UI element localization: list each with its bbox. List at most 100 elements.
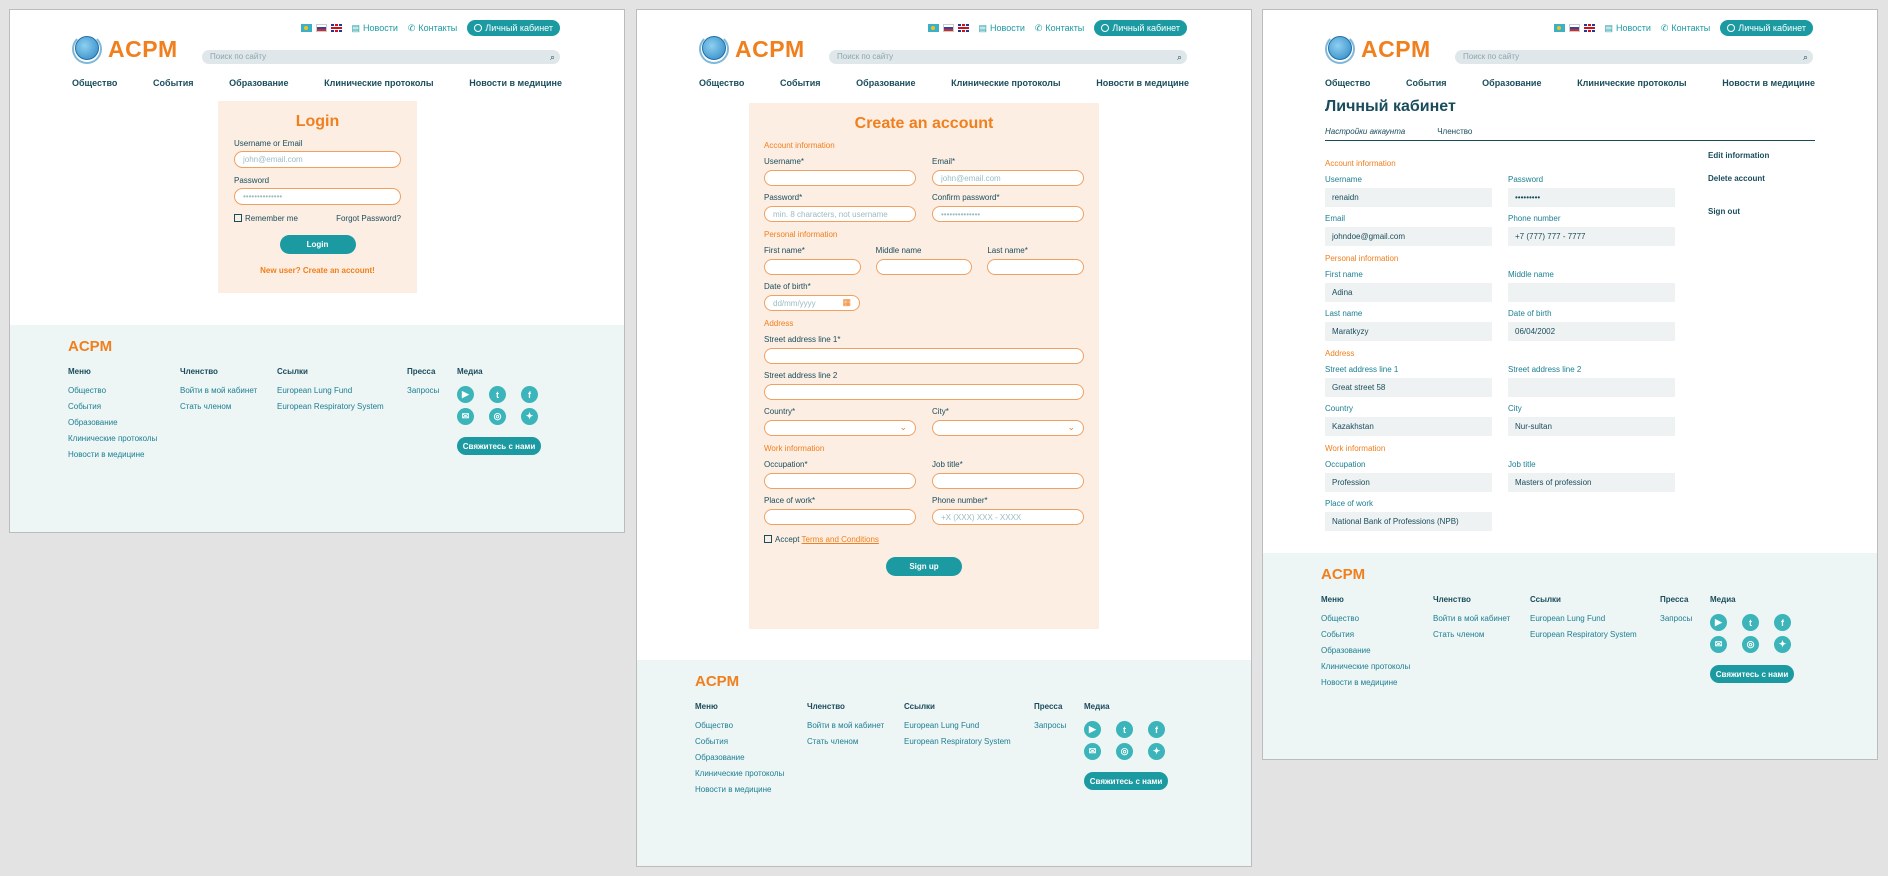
edit-information-link[interactable]: Edit information <box>1708 151 1769 160</box>
username-input[interactable]: john@email.com <box>234 151 401 168</box>
phone-input[interactable]: +X (XXX) XXX - XXXX <box>932 509 1084 525</box>
nav-item-medical-news[interactable]: Новости в медицине <box>1722 78 1815 88</box>
kazakh-flag-icon[interactable] <box>1553 24 1565 32</box>
middle-name-input[interactable] <box>875 259 973 275</box>
footer-link[interactable]: European Respiratory System <box>277 402 384 411</box>
nav-item-medical-news[interactable]: Новости в медицине <box>469 78 562 88</box>
tab-membership[interactable]: Членство <box>1437 127 1472 136</box>
english-flag-icon[interactable] <box>330 24 342 32</box>
cabinet-button[interactable]: Личный кабинет <box>1094 20 1187 36</box>
nav-item-society[interactable]: Общество <box>1325 78 1370 88</box>
footer-link[interactable]: Запросы <box>1660 614 1692 623</box>
street-address-1-input[interactable] <box>764 348 1084 364</box>
occupation-input[interactable] <box>764 473 916 489</box>
facebook-icon[interactable]: f <box>521 386 538 403</box>
footer-link[interactable]: Новости в медицине <box>695 785 784 794</box>
tumblr-icon[interactable]: t <box>1742 614 1759 631</box>
instagram-icon[interactable]: ◎ <box>1116 743 1133 760</box>
footer-link[interactable]: Клинические протоколы <box>68 434 157 443</box>
sign-up-button[interactable]: Sign up <box>886 557 962 576</box>
nav-item-education[interactable]: Образование <box>1482 78 1541 88</box>
confirm-password-input[interactable]: •••••••••••••• <box>932 206 1084 222</box>
job-title-input[interactable] <box>932 473 1084 489</box>
russian-flag-icon[interactable] <box>1568 24 1580 32</box>
contact-us-button[interactable]: Свяжитесь с нами <box>1084 772 1168 790</box>
twitter-icon[interactable]: ✦ <box>1774 636 1791 653</box>
terms-checkbox[interactable] <box>764 535 772 543</box>
footer-link[interactable]: Стать членом <box>180 402 257 411</box>
nav-item-protocols[interactable]: Клинические протоколы <box>1577 78 1686 88</box>
facebook-icon[interactable]: f <box>1148 721 1165 738</box>
russian-flag-icon[interactable] <box>315 24 327 32</box>
footer-link[interactable]: European Lung Fund <box>1530 614 1637 623</box>
messenger-icon[interactable]: ✉ <box>457 408 474 425</box>
street-address-2-input[interactable] <box>764 384 1084 400</box>
delete-account-link[interactable]: Delete account <box>1708 174 1769 183</box>
facebook-icon[interactable]: f <box>1774 614 1791 631</box>
footer-link[interactable]: Стать членом <box>1433 630 1510 639</box>
footer-logo[interactable]: ACPM <box>68 338 112 355</box>
messenger-icon[interactable]: ✉ <box>1710 636 1727 653</box>
forgot-password-link[interactable]: Forgot Password? <box>336 214 401 223</box>
footer-link[interactable]: Войти в мой кабинет <box>807 721 884 730</box>
nav-item-protocols[interactable]: Клинические протоколы <box>324 78 433 88</box>
contacts-link[interactable]: ✆ Контакты <box>1035 23 1084 33</box>
place-of-work-input[interactable] <box>764 509 916 525</box>
terms-link[interactable]: Terms and Conditions <box>802 535 879 544</box>
news-link[interactable]: ▤ Новости <box>352 23 398 33</box>
nav-item-protocols[interactable]: Клинические протоколы <box>951 78 1060 88</box>
footer-link[interactable]: Клинические протоколы <box>1321 662 1410 671</box>
nav-item-education[interactable]: Образование <box>229 78 288 88</box>
twitter-icon[interactable]: ✦ <box>1148 743 1165 760</box>
cabinet-button[interactable]: Личный кабинет <box>467 20 560 36</box>
footer-logo[interactable]: ACPM <box>1321 566 1365 583</box>
footer-logo[interactable]: ACPM <box>695 673 739 690</box>
instagram-icon[interactable]: ◎ <box>1742 636 1759 653</box>
footer-link[interactable]: Образование <box>695 753 784 762</box>
cabinet-button[interactable]: Личный кабинет <box>1720 20 1813 36</box>
youtube-icon[interactable]: ▶ <box>1084 721 1101 738</box>
login-button[interactable]: Login <box>279 235 356 254</box>
footer-link[interactable]: Клинические протоколы <box>695 769 784 778</box>
footer-link[interactable]: События <box>1321 630 1410 639</box>
youtube-icon[interactable]: ▶ <box>457 386 474 403</box>
last-name-input[interactable] <box>987 259 1085 275</box>
instagram-icon[interactable]: ◎ <box>489 408 506 425</box>
username-input[interactable] <box>764 170 916 186</box>
tab-account-settings[interactable]: Настройки аккаунта <box>1325 127 1405 136</box>
first-name-input[interactable] <box>764 259 861 275</box>
remember-me-checkbox[interactable]: Remember me <box>234 214 298 223</box>
footer-link[interactable]: Образование <box>68 418 157 427</box>
kazakh-flag-icon[interactable] <box>300 24 312 32</box>
logo[interactable]: ACPM <box>699 34 805 64</box>
create-account-link[interactable]: New user? Create an account! <box>234 266 401 275</box>
nav-item-events[interactable]: События <box>1406 78 1446 88</box>
logo[interactable]: ACPM <box>72 34 178 64</box>
contact-us-button[interactable]: Свяжитесь с нами <box>1710 665 1794 683</box>
footer-link[interactable]: European Respiratory System <box>904 737 1011 746</box>
search-input[interactable]: Поиск по сайту ⌕ <box>1455 50 1813 64</box>
footer-link[interactable]: Общество <box>695 721 784 730</box>
nav-item-events[interactable]: События <box>780 78 820 88</box>
tumblr-icon[interactable]: t <box>1116 721 1133 738</box>
footer-link[interactable]: Общество <box>1321 614 1410 623</box>
footer-link[interactable]: European Respiratory System <box>1530 630 1637 639</box>
city-select[interactable]: ⌄ <box>932 420 1084 436</box>
password-input[interactable]: •••••••••••••• <box>234 188 401 205</box>
messenger-icon[interactable]: ✉ <box>1084 743 1101 760</box>
english-flag-icon[interactable] <box>1583 24 1595 32</box>
country-select[interactable]: ⌄ <box>764 420 916 436</box>
kazakh-flag-icon[interactable] <box>927 24 939 32</box>
search-icon[interactable]: ⌕ <box>1177 52 1182 63</box>
footer-link[interactable]: Войти в мой кабинет <box>1433 614 1510 623</box>
footer-link[interactable]: Войти в мой кабинет <box>180 386 257 395</box>
footer-link[interactable]: Стать членом <box>807 737 884 746</box>
english-flag-icon[interactable] <box>957 24 969 32</box>
search-icon[interactable]: ⌕ <box>550 52 555 63</box>
email-input[interactable]: john@email.com <box>932 170 1084 186</box>
footer-link[interactable]: Запросы <box>407 386 439 395</box>
youtube-icon[interactable]: ▶ <box>1710 614 1727 631</box>
footer-link[interactable]: Общество <box>68 386 157 395</box>
tumblr-icon[interactable]: t <box>489 386 506 403</box>
footer-link[interactable]: Новости в медицине <box>68 450 157 459</box>
